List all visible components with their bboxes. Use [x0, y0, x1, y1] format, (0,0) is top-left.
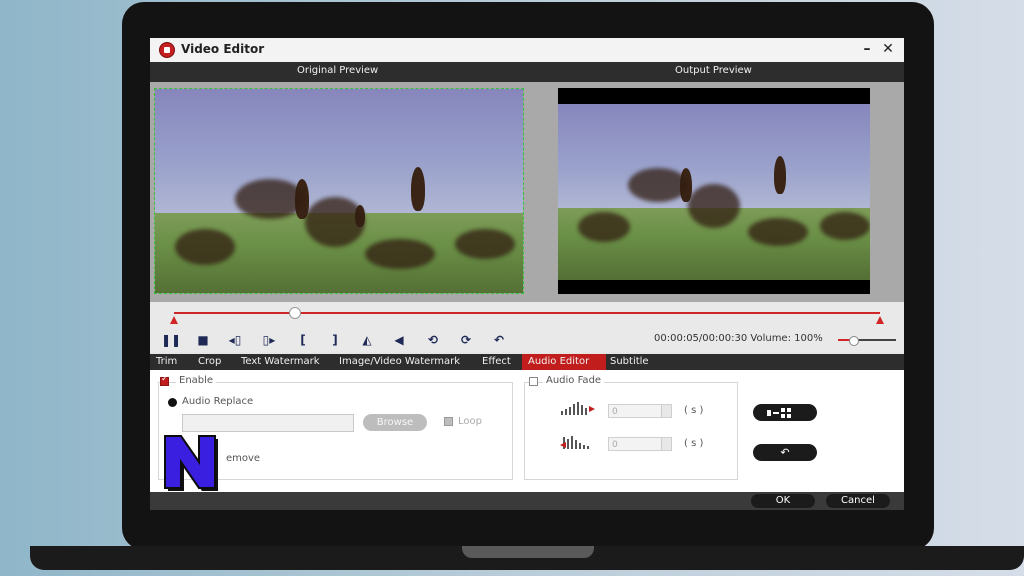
flip-horizontal-icon[interactable]: ◭	[356, 330, 378, 350]
flying-bird	[455, 229, 515, 259]
seek-bar[interactable]	[150, 302, 904, 328]
flying-bird	[628, 168, 688, 202]
audio-replace-label: Audio Replace	[182, 396, 254, 407]
laptop-notch	[462, 546, 594, 558]
seek-handle[interactable]	[289, 307, 302, 319]
original-preview[interactable]	[154, 88, 524, 294]
bird	[411, 167, 425, 211]
stop-icon[interactable]: ■	[192, 330, 214, 350]
title-bar: Video Editor – ✕	[150, 38, 904, 63]
fade-in-stepper[interactable]: 0	[608, 404, 672, 418]
rotate-right-icon[interactable]: ⟳	[455, 330, 477, 350]
ok-button[interactable]: OK	[751, 494, 815, 508]
tab-crop[interactable]: Crop	[198, 354, 226, 370]
editor-tabs: Trim Crop Text Watermark Image/Video Wat…	[150, 354, 904, 370]
video-editor-window: Video Editor – ✕ Original Preview Output…	[150, 38, 904, 510]
rotate-left-icon[interactable]: ⟲	[422, 330, 444, 350]
volume-slider[interactable]	[838, 336, 896, 346]
loop-label: Loop	[458, 416, 482, 427]
flying-bird	[688, 184, 740, 228]
next-frame-icon[interactable]: ▯▸	[258, 330, 280, 350]
bird	[774, 156, 786, 194]
seek-track[interactable]	[174, 312, 880, 314]
original-preview-label: Original Preview	[297, 65, 379, 76]
fade-in-unit: ( s )	[684, 405, 704, 416]
flying-bird	[235, 179, 305, 219]
dialog-footer: OK Cancel	[150, 492, 904, 510]
playback-controls: ❚❚ ■ ◂▯ ▯▸ [ ] ◭ ◀ ⟲ ⟳ ↶ 00:00:05/00:00:…	[150, 328, 904, 352]
tab-text-watermark[interactable]: Text Watermark	[241, 354, 327, 370]
audio-fade-label: Audio Fade	[543, 375, 605, 386]
fade-out-icon	[560, 436, 589, 449]
enable-label: Enable	[176, 375, 217, 386]
video-editor-icon	[159, 42, 175, 58]
output-preview-label: Output Preview	[675, 65, 752, 76]
preview-area	[150, 82, 904, 302]
flying-bird	[305, 197, 365, 247]
trim-start-marker[interactable]	[170, 316, 178, 324]
channel-logo	[164, 435, 218, 491]
undo-icon[interactable]: ↶	[488, 330, 510, 350]
trim-end-marker[interactable]	[876, 316, 884, 324]
fade-out-unit: ( s )	[684, 438, 704, 449]
fade-out-stepper[interactable]: 0	[608, 437, 672, 451]
tab-effect[interactable]: Effect	[482, 354, 514, 370]
mark-out-icon[interactable]: ]	[324, 330, 346, 350]
tab-subtitle[interactable]: Subtitle	[610, 354, 654, 370]
tab-image-video-watermark[interactable]: Image/Video Watermark	[339, 354, 465, 370]
volume-knob[interactable]	[848, 336, 859, 346]
tab-trim[interactable]: Trim	[156, 354, 182, 370]
flying-bird	[578, 212, 630, 242]
flying-bird	[748, 218, 808, 246]
equalizer-icon	[767, 408, 791, 418]
cancel-button[interactable]: Cancel	[826, 494, 890, 508]
tab-audio-editor[interactable]: Audio Editor	[522, 354, 606, 370]
audio-path-input[interactable]	[182, 414, 354, 432]
audio-fade-checkbox[interactable]	[529, 377, 538, 386]
time-display: 00:00:05/00:00:30 Volume: 100%	[654, 333, 823, 344]
audio-remove-label: emove	[226, 453, 261, 464]
loop-checkbox[interactable]	[444, 417, 453, 426]
flying-bird	[365, 239, 435, 269]
browse-button[interactable]: Browse	[363, 414, 427, 431]
audio-editor-panel: Enable Audio Replace Browse Loop emove A…	[150, 370, 904, 492]
preview-header: Original Preview Output Preview	[150, 62, 904, 82]
reset-button[interactable]: ↶	[753, 444, 817, 461]
flying-bird	[175, 229, 235, 265]
audio-fade-group	[524, 382, 738, 480]
output-preview	[558, 88, 870, 294]
flying-bird	[820, 212, 870, 240]
minimize-button[interactable]: –	[858, 40, 876, 58]
audio-settings-button[interactable]	[753, 404, 817, 421]
enable-checkbox[interactable]	[160, 374, 169, 386]
pause-icon[interactable]: ❚❚	[160, 330, 182, 350]
audio-replace-radio[interactable]	[168, 398, 177, 407]
window-title: Video Editor	[181, 42, 265, 56]
close-button[interactable]: ✕	[879, 40, 897, 58]
prev-frame-icon[interactable]: ◂▯	[224, 330, 246, 350]
flip-vertical-icon[interactable]: ◀	[388, 330, 410, 350]
fade-in-icon	[561, 402, 595, 415]
mark-in-icon[interactable]: [	[292, 330, 314, 350]
